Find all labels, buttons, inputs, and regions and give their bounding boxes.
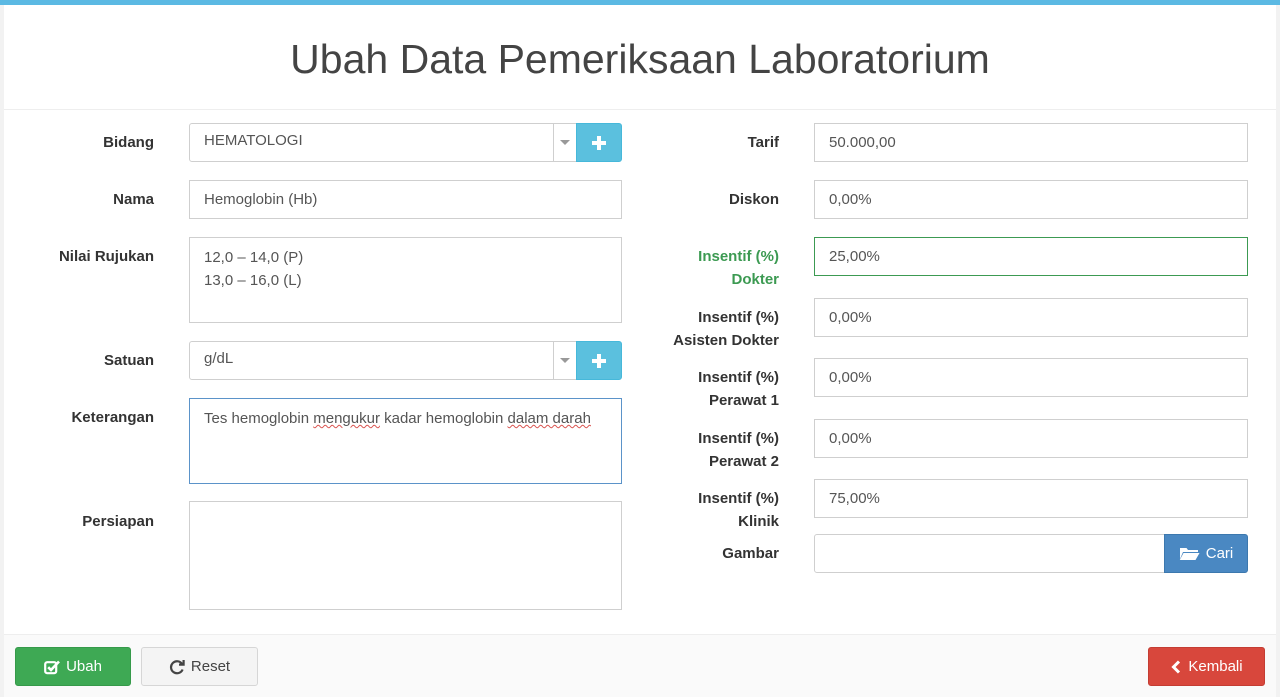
bidang-dropdown-arrow[interactable] [553, 124, 576, 161]
insentif-asisten-input[interactable]: 0,00% [814, 298, 1248, 337]
caret-down-icon [560, 358, 570, 363]
insentif-dokter-value: 25,00% [829, 248, 880, 265]
nilai-rujukan-line: 12,0 – 14,0 (P) [204, 249, 304, 266]
kembali-label: Kembali [1188, 658, 1243, 675]
reset-button[interactable]: Reset [141, 647, 258, 686]
nilai-rujukan-textarea[interactable]: 12,0 – 14,0 (P) 13,0 – 16,0 (L) [189, 237, 622, 323]
label-tarif: Tarif [747, 134, 779, 151]
insentif-perawat-2-value: 0,00% [829, 430, 872, 447]
label-keterangan: Keterangan [71, 409, 154, 426]
cari-label: Cari [1205, 545, 1234, 562]
satuan-dropdown-arrow[interactable] [553, 342, 576, 379]
nama-input[interactable]: Hemoglobin (Hb) [189, 180, 622, 219]
page-title: Ubah Data Pemeriksaan Laboratorium [290, 36, 990, 82]
nilai-rujukan-line: 13,0 – 16,0 (L) [204, 272, 302, 289]
diskon-value: 0,00% [829, 191, 872, 208]
edit-check-icon [44, 660, 61, 674]
insentif-perawat-1-input[interactable]: 0,00% [814, 358, 1248, 397]
keterangan-textarea[interactable]: Tes hemoglobin mengukur kadar hemoglobin… [189, 398, 622, 484]
insentif-klinik-value: 75,00% [829, 490, 880, 507]
folder-open-icon [1179, 548, 1200, 560]
label-insentif-perawat-1: Insentif (%) Perawat 1 [698, 369, 779, 409]
right-frame [1276, 5, 1280, 697]
nama-value: Hemoglobin (Hb) [204, 191, 318, 208]
label-satuan: Satuan [103, 352, 154, 369]
refresh-icon [169, 659, 185, 674]
insentif-perawat-1-value: 0,00% [829, 369, 872, 386]
satuan-select[interactable]: g/dL [189, 341, 577, 380]
gambar-file-input[interactable] [814, 534, 1165, 573]
top-accent-bar [0, 0, 1280, 5]
bidang-select[interactable]: HEMATOLOGI [189, 123, 577, 162]
bidang-selected-value: HEMATOLOGI [204, 132, 303, 149]
label-nama: Nama [113, 191, 154, 208]
label-diskon: Diskon [728, 191, 779, 208]
label-nilai-rujukan: Nilai Rujukan [58, 248, 154, 265]
tarif-value: 50.000,00 [829, 134, 896, 151]
cari-button[interactable]: Cari [1164, 534, 1248, 573]
ubah-button[interactable]: Ubah [15, 647, 131, 686]
insentif-dokter-input[interactable]: 25,00% [814, 237, 1248, 276]
label-insentif-dokter: Insentif (%) Dokter [698, 248, 779, 288]
keterangan-text: Tes hemoglobin mengukur kadar hemoglobin… [204, 410, 591, 427]
reset-label: Reset [190, 658, 231, 675]
insentif-asisten-value: 0,00% [829, 309, 872, 326]
add-satuan-button[interactable] [576, 341, 622, 380]
diskon-input[interactable]: 0,00% [814, 180, 1248, 219]
insentif-klinik-input[interactable]: 75,00% [814, 479, 1248, 518]
label-persiapan: Persiapan [82, 513, 154, 530]
label-insentif-perawat-2: Insentif (%) Perawat 2 [698, 430, 779, 470]
tarif-input[interactable]: 50.000,00 [814, 123, 1248, 162]
insentif-perawat-2-input[interactable]: 0,00% [814, 419, 1248, 458]
add-bidang-button[interactable] [576, 123, 622, 162]
satuan-selected-value: g/dL [204, 350, 234, 367]
persiapan-textarea[interactable] [189, 501, 622, 610]
label-insentif-asisten: Insentif (%) Asisten Dokter [673, 309, 779, 349]
title-divider [4, 109, 1276, 110]
caret-down-icon [560, 140, 570, 145]
label-gambar: Gambar [722, 545, 779, 562]
label-bidang: Bidang [103, 134, 154, 151]
label-insentif-klinik: Insentif (%) Klinik [698, 490, 779, 530]
kembali-button[interactable]: Kembali [1148, 647, 1265, 686]
chevron-left-icon [1171, 659, 1181, 674]
ubah-label: Ubah [66, 658, 102, 675]
